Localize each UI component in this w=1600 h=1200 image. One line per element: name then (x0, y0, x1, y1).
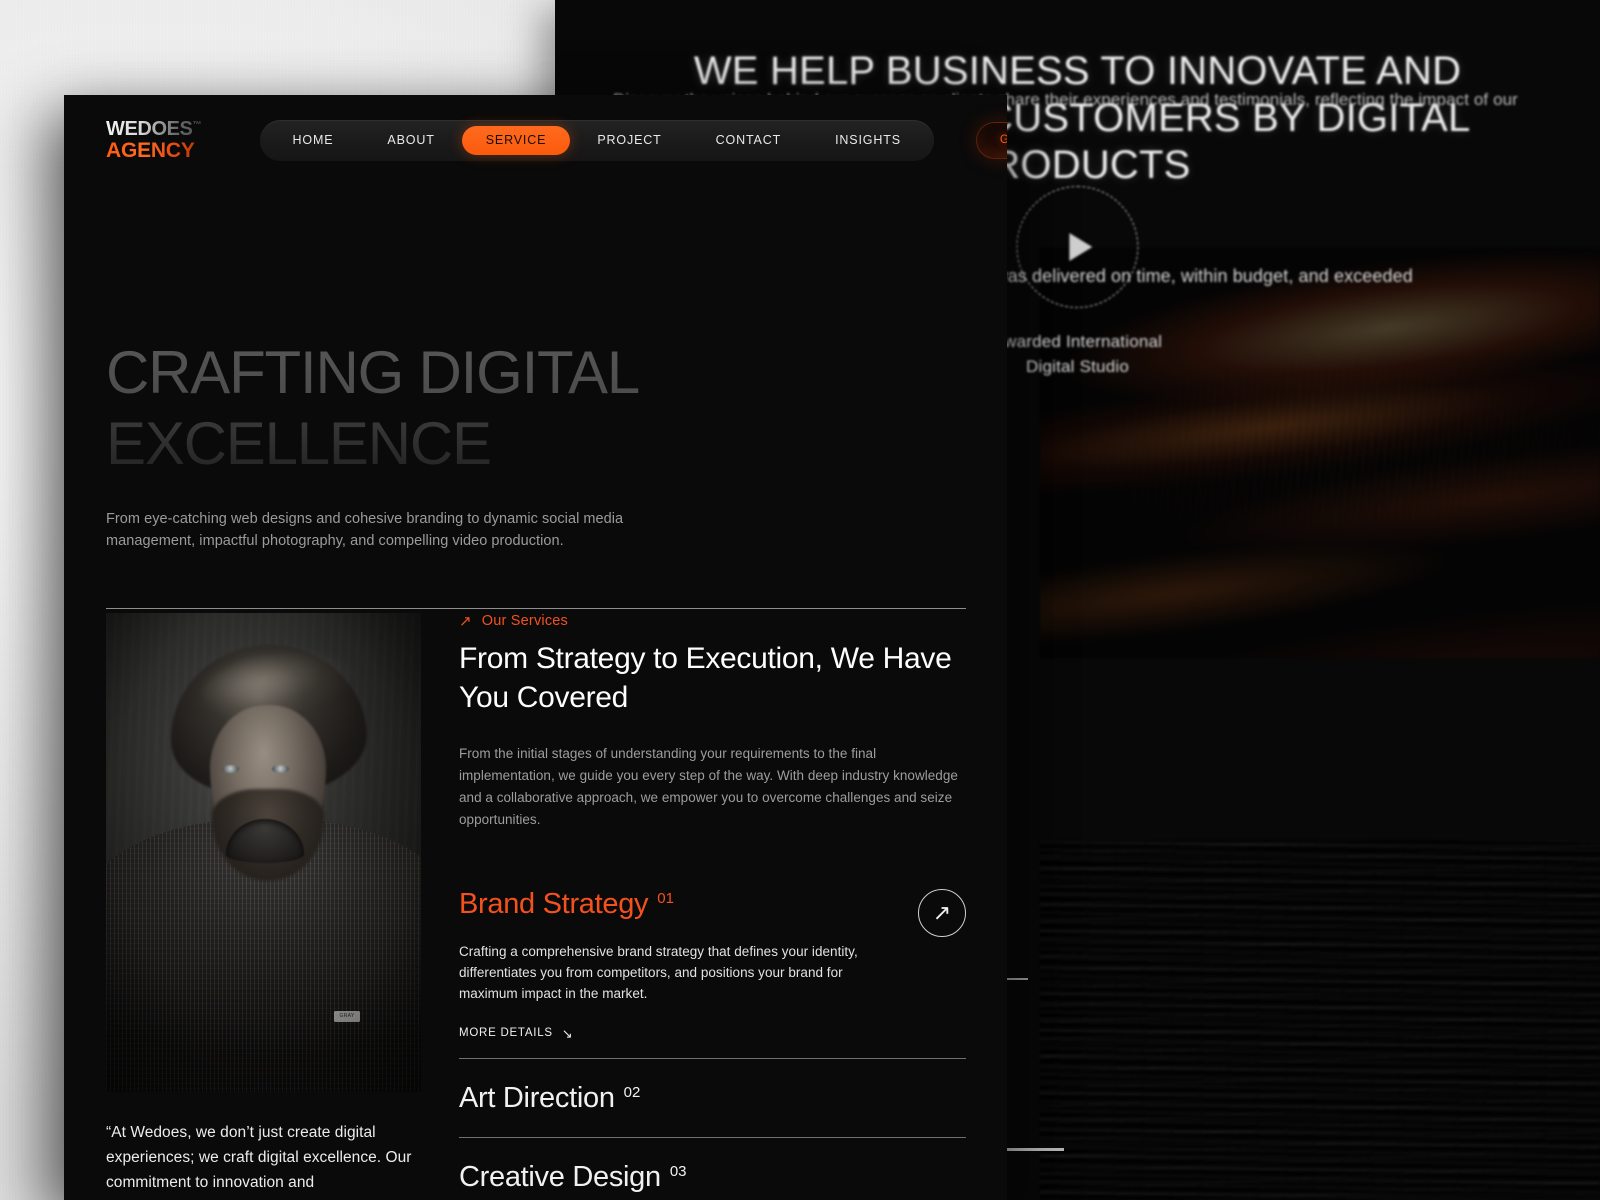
brand-logo-primary: WEDOES™ (106, 119, 202, 139)
nav-item-contact[interactable]: CONTACT (689, 126, 808, 155)
accordion-item-brand-strategy[interactable]: Brand Strategy 01 ↗ Crafting a comprehen… (459, 887, 966, 1060)
arrow-up-right-circle-icon[interactable]: ↗ (918, 888, 966, 937)
brand-logo[interactable]: WEDOES™ AGENCY (106, 119, 202, 161)
nav-item-service[interactable]: SERVICE (461, 125, 571, 155)
accordion-title: Brand Strategy 01 (459, 887, 674, 922)
topo-lines-c (1040, 840, 1600, 1200)
services-eyebrow: ↗ Our Services (459, 613, 966, 629)
arrow-down-right-icon: ↘ (561, 1025, 574, 1041)
award-caption: Awarded International Digital Studio (993, 330, 1162, 379)
accordion-title: Creative Design 03 (459, 1160, 687, 1195)
portrait-photo: GRAY (106, 613, 421, 1092)
get-template-button[interactable]: GET TEMPLATE (975, 121, 1007, 159)
services-eyebrow-label: Our Services (481, 613, 568, 629)
services-layout: GRAY “At Wedoes, we don’t just create di… (106, 613, 966, 1200)
hero-heading-line-2: EXCELLENCE (106, 414, 966, 474)
award-line-1: Awarded International (992, 332, 1163, 351)
accordion-number: 03 (669, 1162, 687, 1180)
nav-item-about[interactable]: ABOUT (360, 126, 461, 155)
right-column: ↗ Our Services From Strategy to Executio… (459, 613, 966, 1200)
trademark-icon: ™ (192, 119, 202, 130)
more-details-label: MORE DETAILS (459, 1027, 553, 1040)
site-header: WEDOES™ AGENCY HOME ABOUT SERVICE PROJEC… (64, 95, 1007, 185)
accordion-title-text: Art Direction (459, 1082, 615, 1115)
founder-quote: “At Wedoes, we don’t just create digital… (106, 1124, 412, 1191)
accordion-body: Crafting a comprehensive brand strategy … (459, 937, 966, 1041)
hero-heading-line-1: CRAFTING DIGITAL (106, 343, 966, 403)
section-divider (106, 608, 966, 609)
left-column: GRAY “At Wedoes, we don’t just create di… (106, 613, 421, 1200)
portrait-vignette (106, 613, 421, 1092)
arrow-up-right-icon: ↗ (459, 612, 472, 630)
services-accordion: Brand Strategy 01 ↗ Crafting a comprehen… (459, 887, 966, 1200)
agency-landing-page: WEDOES™ AGENCY HOME ABOUT SERVICE PROJEC… (64, 95, 1007, 1200)
nav-item-home[interactable]: HOME (266, 126, 361, 155)
accordion-item-art-direction[interactable]: Art Direction 02 (459, 1059, 966, 1138)
accordion-header[interactable]: Art Direction 02 (459, 1081, 966, 1116)
main-nav: HOME ABOUT SERVICE PROJECT CONTACT INSIG… (259, 119, 934, 161)
hero-subtext: From eye-catching web designs and cohesi… (106, 511, 624, 550)
accordion-title-text: Brand Strategy (459, 887, 649, 920)
accordion-title-text: Creative Design (459, 1160, 661, 1193)
services-title: From Strategy to Execution, We Have You … (459, 642, 952, 714)
services-description: From the initial stages of understanding… (459, 746, 958, 827)
nav-item-project[interactable]: PROJECT (570, 126, 688, 155)
brand-logo-secondary: AGENCY (106, 140, 202, 161)
accordion-header[interactable]: Creative Design 03 (459, 1160, 966, 1195)
accordion-title: Art Direction 02 (459, 1081, 640, 1116)
accordion-header[interactable]: Brand Strategy 01 ↗ (459, 887, 966, 937)
award-line-2: Digital Studio (1026, 356, 1129, 376)
accordion-number: 01 (657, 889, 674, 907)
background-topographic-band (1040, 840, 1600, 1200)
brand-logo-word: WEDOES (106, 118, 193, 140)
accordion-number: 02 (623, 1084, 641, 1102)
accordion-body-text: Crafting a comprehensive brand strategy … (459, 943, 858, 1002)
page-title: CRAFTING DIGITAL EXCELLENCE (106, 343, 966, 474)
more-details-link[interactable]: MORE DETAILS ↘ (459, 1027, 573, 1040)
nav-item-insights[interactable]: INSIGHTS (808, 126, 928, 155)
play-triangle-icon (1069, 233, 1092, 261)
hero-section: CRAFTING DIGITAL EXCELLENCE From eye-cat… (106, 343, 966, 552)
accordion-item-creative-design[interactable]: Creative Design 03 (459, 1138, 966, 1200)
